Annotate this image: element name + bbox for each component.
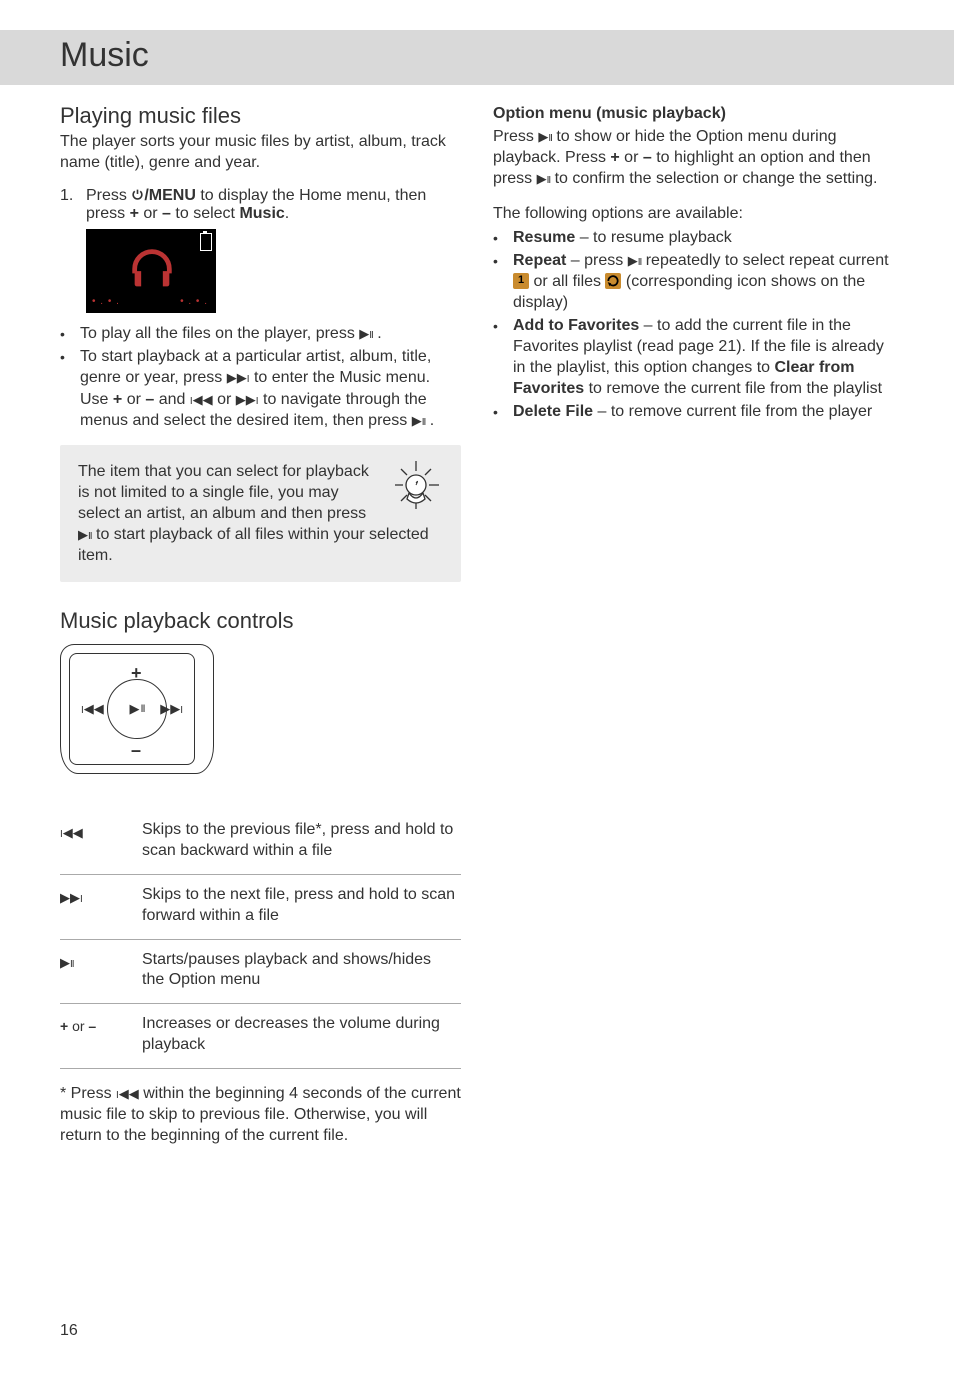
headphones-icon	[126, 243, 178, 295]
player-diagram: + – I◀◀ ▶▶I ▶II	[60, 644, 214, 774]
page-number: 16	[60, 1322, 78, 1340]
battery-icon	[200, 233, 212, 251]
heading-option-menu: Option menu (music playback)	[493, 105, 726, 122]
step-number: 1.	[60, 187, 78, 223]
option-intro: Press ▶II to show or hide the Option men…	[493, 126, 894, 189]
play-pause-icon: ▶II	[359, 326, 373, 341]
section-title: Music	[60, 36, 894, 75]
table-row: I◀◀ Skips to the previous file*, press a…	[60, 810, 461, 874]
play-pause-icon: ▶II	[60, 955, 74, 970]
prev-icon: I◀◀	[60, 825, 83, 840]
control-desc: Skips to the next file, press and hold t…	[142, 874, 461, 939]
options-available: The following options are available:	[493, 203, 894, 224]
controls-table: I◀◀ Skips to the previous file*, press a…	[60, 810, 461, 1068]
prev-icon: I◀◀	[81, 701, 104, 717]
prev-icon: I◀◀	[190, 392, 213, 407]
play-pause-icon: ▶II	[537, 171, 551, 186]
option-repeat: • Repeat – press ▶II repeatedly to selec…	[493, 250, 894, 313]
bullet-play-all: • To play all the files on the player, p…	[60, 323, 461, 344]
plus-minus-label: + or –	[60, 1004, 142, 1069]
next-icon: ▶▶I	[60, 890, 83, 905]
bullet-play-specific: • To start playback at a particular arti…	[60, 346, 461, 430]
control-desc: Starts/pauses playback and shows/hides t…	[142, 939, 461, 1004]
next-icon: ▶▶I	[227, 370, 250, 385]
section-title-bar: Music	[0, 30, 954, 85]
option-add-favorites: • Add to Favorites – to add the current …	[493, 315, 894, 399]
play-pause-icon: ▶II	[628, 253, 642, 268]
step-text: Press /MENU to display the Home menu, th…	[86, 187, 461, 223]
next-icon: ▶▶I	[236, 392, 259, 407]
repeat-one-icon	[513, 273, 529, 289]
heading-playback-controls: Music playback controls	[60, 608, 461, 634]
control-desc: Skips to the previous file*, press and h…	[142, 810, 461, 874]
control-desc: Increases or decreases the volume during…	[142, 1004, 461, 1069]
minus-icon: –	[131, 740, 141, 761]
home-menu-screenshot: • . • . • . • .	[86, 229, 216, 313]
prev-icon: I◀◀	[116, 1086, 139, 1101]
play-pause-icon: ▶II	[412, 413, 426, 428]
play-pause-icon: ▶II	[538, 129, 552, 144]
play-intro: The player sorts your music files by art…	[60, 131, 461, 173]
repeat-all-icon	[605, 273, 621, 289]
table-row: + or – Increases or decreases the volume…	[60, 1004, 461, 1069]
play-pause-icon: ▶II	[107, 679, 167, 739]
option-delete-file: • Delete File – to remove current file f…	[493, 401, 894, 422]
footnote: * Press I◀◀ within the beginning 4 secon…	[60, 1083, 461, 1146]
tip-sun-icon	[389, 455, 443, 515]
play-pause-icon: ▶II	[78, 527, 92, 542]
heading-playing-music: Playing music files	[60, 103, 461, 129]
power-icon	[131, 188, 144, 201]
option-resume: • Resume – to resume playback	[493, 227, 894, 248]
step-1: 1. Press /MENU to display the Home menu,…	[60, 187, 461, 223]
tip-box: The item that you can select for playbac…	[60, 445, 461, 583]
table-row: ▶▶I Skips to the next file, press and ho…	[60, 874, 461, 939]
table-row: ▶II Starts/pauses playback and shows/hid…	[60, 939, 461, 1004]
